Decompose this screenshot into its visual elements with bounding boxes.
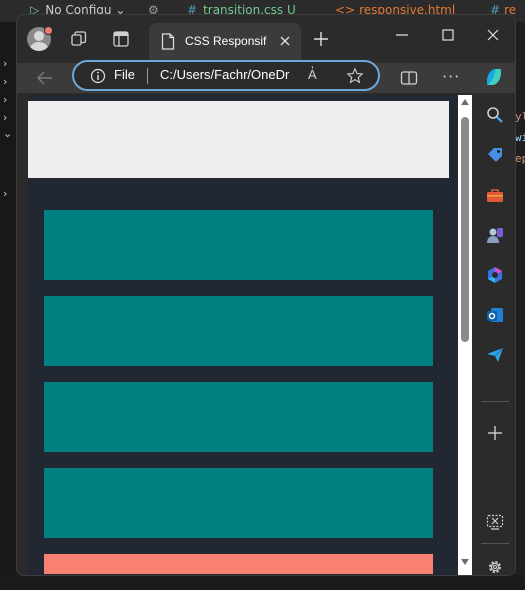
toolbox-icon[interactable] — [485, 185, 505, 205]
screenshot-icon[interactable] — [485, 512, 505, 532]
more-options-icon[interactable]: ··· — [442, 67, 460, 86]
favorite-star-icon[interactable] — [346, 67, 364, 85]
games-icon[interactable] — [485, 225, 505, 245]
file-icon — [161, 33, 175, 50]
vscode-bottom-edge — [0, 575, 525, 590]
sidebar-separator — [481, 401, 509, 402]
scroll-down-arrow-icon[interactable] — [461, 559, 469, 565]
content-box-1 — [44, 210, 433, 280]
chevron-right-icon[interactable]: › — [3, 57, 7, 70]
read-aloud-icon[interactable]: A҆ — [308, 67, 317, 82]
back-arrow-icon[interactable] — [35, 68, 55, 88]
title-bar: CSS Responsif — [17, 15, 515, 63]
sidebar-separator — [481, 543, 509, 544]
split-screen-icon[interactable] — [399, 68, 419, 88]
settings-icon[interactable] — [485, 557, 505, 576]
url-text[interactable]: C:/Users/Fachr/OneDr — [160, 67, 289, 82]
chevron-right-icon[interactable]: › — [3, 75, 7, 88]
chevron-right-icon[interactable]: › — [3, 187, 7, 200]
code-fragment: wi — [515, 131, 525, 144]
notification-dot — [44, 26, 53, 35]
vertical-scrollbar[interactable] — [458, 95, 472, 575]
vscode-editor-edge — [515, 22, 525, 590]
chevron-right-icon[interactable]: › — [3, 93, 7, 106]
tag-icon[interactable] — [485, 145, 505, 165]
close-window-icon[interactable] — [483, 25, 503, 45]
copilot-icon[interactable] — [482, 65, 506, 89]
browser-window: CSS Responsif File C:/Users/Fachr/OneDr … — [16, 14, 516, 576]
maximize-icon[interactable] — [438, 25, 458, 45]
tab-title: CSS Responsif — [185, 34, 267, 48]
code-fragment: yl — [515, 110, 525, 123]
vscode-explorer-edge: › › › › ⌄ › — [0, 22, 16, 590]
minimize-icon[interactable] — [392, 25, 412, 45]
address-bar[interactable]: File C:/Users/Fachr/OneDr A҆ — [72, 60, 380, 91]
code-fragment: ep — [515, 152, 525, 165]
content-box-2 — [44, 296, 433, 366]
m365-icon[interactable] — [485, 265, 505, 285]
new-tab-icon[interactable] — [311, 29, 331, 49]
info-icon[interactable] — [90, 68, 106, 84]
browser-tab-active[interactable]: CSS Responsif — [149, 23, 301, 63]
scheme-label: File — [114, 67, 135, 82]
page-header-box — [28, 101, 449, 178]
browser-toolbar: File C:/Users/Fachr/OneDr A҆ ··· — [17, 60, 515, 93]
chevron-down-icon[interactable]: ⌄ — [3, 127, 12, 140]
add-icon[interactable] — [485, 423, 505, 443]
close-icon[interactable] — [277, 33, 293, 49]
page-viewport — [28, 95, 472, 575]
workspaces-icon[interactable] — [69, 29, 89, 49]
content-box-4 — [44, 468, 433, 538]
chevron-right-icon[interactable]: › — [3, 111, 7, 124]
tab-actions-icon[interactable] — [111, 29, 131, 49]
address-separator — [147, 68, 148, 84]
edge-sidebar — [473, 95, 515, 576]
content-box-5 — [44, 554, 433, 574]
send-icon[interactable] — [485, 345, 505, 365]
content-box-3 — [44, 382, 433, 452]
scroll-up-arrow-icon[interactable] — [461, 99, 469, 105]
outlook-icon[interactable] — [485, 305, 505, 325]
search-icon[interactable] — [485, 105, 505, 125]
scroll-thumb[interactable] — [461, 117, 469, 342]
